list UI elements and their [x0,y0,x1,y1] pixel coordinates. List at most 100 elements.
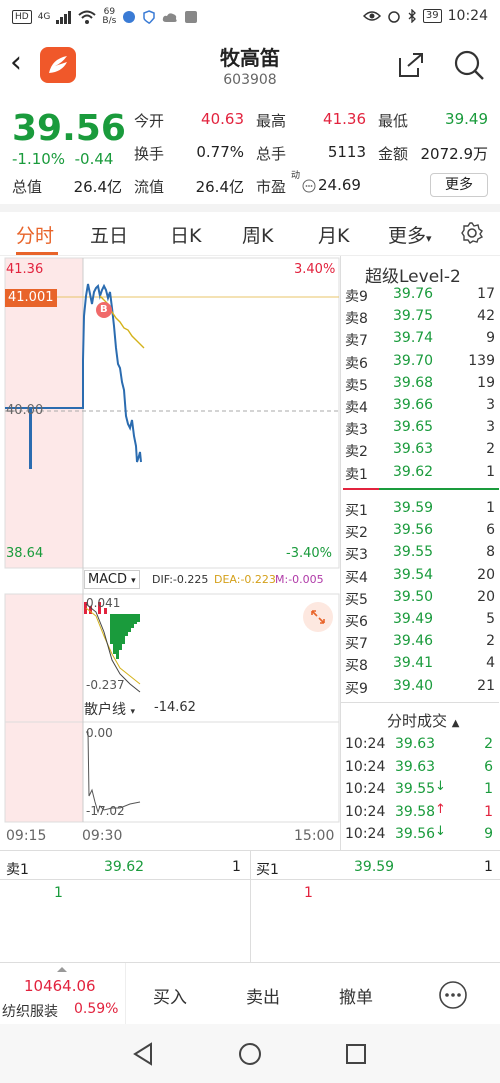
macd-bar [110,614,113,644]
hd-indicator: HD [12,10,32,24]
more-quote-button[interactable]: 更多 [430,173,488,197]
chart-mid-price: 40.00 [6,403,44,418]
trade-row: 10:24 39.58 ↑ 1 [341,802,499,824]
pe-value: 24.69 [318,176,361,194]
nav-back-icon[interactable] [132,1042,154,1066]
divider [250,851,251,963]
bid-row[interactable]: 买1 39.59 1 [341,498,499,520]
bid-row[interactable]: 买6 39.49 5 [341,609,499,631]
bid-row[interactable]: 买8 39.41 4 [341,653,499,675]
low-label: 最低 [378,112,409,130]
premarket-bg-retail [5,722,83,822]
sell-button[interactable]: 卖出 [246,983,280,1008]
tick-trades-title[interactable]: 分时成交 ▲ [387,710,460,731]
share-icon[interactable] [396,50,426,80]
retail-line [86,731,141,814]
bid-volume: 5 [486,611,495,627]
trade-time: 10:24 [345,803,386,820]
expand-chart-button[interactable] [303,602,333,632]
ask-volume: 42 [477,308,495,325]
bid-price: 39.56 [393,522,434,539]
trade-price: 39.58 [395,803,436,820]
bid-volume: 20 [477,588,495,605]
trade-row: 10:24 39.63 6 [341,757,499,779]
bid-row[interactable]: 买5 39.50 20 [341,587,499,609]
divider [0,204,500,212]
ask-price: 39.74 [393,330,434,347]
quote-panel: 39.56 -1.10% -0.44 今开 40.63 最高 41.36 最低 … [0,100,500,208]
ask-volume: 3 [486,397,495,413]
bid-price: 39.55 [393,544,434,561]
macd-bar [113,614,116,654]
float-value: 26.4亿 [195,178,244,196]
macd-bar [125,614,128,636]
pe-dynamic-label: 动 [291,171,301,181]
tab-5day[interactable]: 五日 [90,221,128,248]
sector-name: 纺织服装 [2,1004,58,1020]
tab-daily-k[interactable]: 日K [170,221,201,248]
tab-more[interactable]: 更多▾ [388,221,432,248]
buy-button[interactable]: 买入 [153,983,187,1008]
open-label: 今开 [134,112,165,130]
bid1-vol: 1 [484,859,493,875]
ask-level: 卖4 [345,400,368,416]
trade-time: 10:24 [345,781,386,798]
ask-row[interactable]: 卖2 39.63 2 [341,439,499,461]
cursor-price-label: 41.001 [5,289,57,307]
clock: 10:24 [447,8,488,24]
retail-top-value: 0.00 [86,726,113,740]
wifi-icon [78,10,97,24]
tab-monthly-k[interactable]: 月K [318,221,349,248]
bid-row[interactable]: 买2 39.56 6 [341,520,499,542]
bid1-price: 39.59 [354,859,395,875]
book-divider-up [343,488,379,490]
ask-row[interactable]: 卖1 39.62 1 [341,462,499,484]
bid-price: 39.50 [393,588,434,605]
ask-row[interactable]: 卖6 39.70 139 [341,351,499,373]
best-bid-ask: 卖1 39.62 1 买1 39.59 1 1 1 [0,850,500,963]
intraday-chart[interactable]: 41.36 3.40% 41.001 40.00 B 38.64 -3.40% … [0,256,340,850]
sector-index[interactable]: 10464.06 纺织服装 0.59% [0,963,126,1025]
macd-histogram [84,602,140,659]
bid1-label: 买1 [256,862,279,878]
settings-gear-icon[interactable] [460,221,484,245]
ask-price: 39.66 [393,397,434,413]
ask-price: 39.75 [393,308,434,325]
ask-row[interactable]: 卖3 39.65 3 [341,417,499,439]
cancel-order-button[interactable]: 撤单 [339,983,373,1008]
nav-home-icon[interactable] [238,1042,262,1066]
ask-row[interactable]: 卖4 39.66 3 [341,395,499,417]
more-menu-icon[interactable] [438,980,468,1010]
last-price: 39.56 [12,108,126,149]
trade-row: 10:24 39.56 ↓ 9 [341,824,499,846]
ask1-price: 39.62 [104,859,145,875]
bid-row[interactable]: 买3 39.55 8 [341,542,499,564]
pe-info-icon[interactable] [302,179,316,193]
retail-indicator-select[interactable]: 散户线 ▾ [84,699,135,719]
ask-row[interactable]: 卖9 39.76 17 [341,284,499,306]
macd-indicator-select[interactable]: MACD ▾ [84,570,140,589]
tab-intraday[interactable]: 分时 [16,221,54,248]
bid-price: 39.40 [393,677,434,694]
bid-volume: 8 [486,544,495,561]
bid-volume: 2 [486,633,495,650]
ask1-label: 卖1 [6,862,29,878]
bid-row[interactable]: 买7 39.46 2 [341,631,499,653]
bid-price: 39.46 [393,633,434,650]
ask-row[interactable]: 卖7 39.74 9 [341,328,499,350]
bid-row[interactable]: 买9 39.40 21 [341,676,499,698]
ask-row[interactable]: 卖8 39.75 42 [341,306,499,328]
tab-weekly-k[interactable]: 周K [242,221,273,248]
bid-level: 买6 [345,614,368,630]
macd-dea: DEA:-0.223 [214,573,276,586]
search-icon[interactable] [452,48,486,82]
level2-panel[interactable]: 超级Level-2 卖9 39.76 17 卖8 39.75 42 卖7 39.74 9 卖6 39… [340,256,500,850]
open-value: 40.63 [201,110,244,128]
nav-recents-icon[interactable] [345,1043,367,1065]
pe-label: 市盈 [256,178,287,196]
gallery-icon [185,11,198,23]
ask-level: 卖1 [345,466,368,483]
ask-row[interactable]: 卖5 39.68 19 [341,373,499,395]
chart-tabs: 分时 五日 日K 周K 月K 更多▾ [0,212,500,256]
bid-row[interactable]: 买4 39.54 20 [341,565,499,587]
